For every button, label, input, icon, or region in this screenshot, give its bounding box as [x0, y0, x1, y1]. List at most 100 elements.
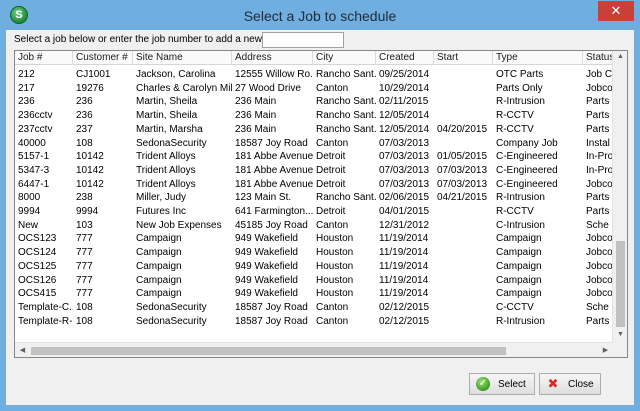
cell-customer-number: 108	[76, 137, 93, 149]
dialog-title: Select a Job to schedule	[243, 8, 397, 24]
table-row[interactable]: 5157-1 10142 Trident Alloys 181 Abbe Avenue…	[15, 150, 613, 164]
window-close-button[interactable]: ✕	[598, 1, 634, 21]
table-row[interactable]: 8000 238 Miller, Judy 123 Main St. Rancho Sa…	[15, 191, 613, 205]
cell-status: Jobco	[586, 274, 613, 286]
cell-address: 236 Main	[235, 110, 277, 122]
cell-address: 18587 Joy Road	[235, 301, 308, 313]
cell-created: 02/06/2015	[379, 192, 430, 204]
cell-job-number: New	[18, 219, 39, 231]
scroll-down-icon[interactable]: ▼	[613, 331, 627, 338]
cell-site-name: Campaign	[136, 260, 182, 272]
scroll-right-icon[interactable]: ▶	[598, 346, 613, 354]
table-row[interactable]: 236cctv 236 Martin, Sheila 236 Main Rancho S…	[15, 109, 613, 123]
cell-status: Jobco	[586, 288, 613, 300]
table-row[interactable]: New 103 New Job Expenses 45185 Joy Road Cant…	[15, 219, 613, 233]
select-button[interactable]: ✓ Select	[469, 373, 535, 395]
horizontal-scroll-thumb[interactable]	[31, 347, 506, 355]
column-header-job-number[interactable]: Job #	[15, 51, 73, 65]
cell-job-number: 40000	[18, 137, 46, 149]
cell-type: C-Engineered	[496, 151, 558, 163]
cell-created: 02/12/2015	[379, 301, 430, 313]
table-row[interactable]: OCS415 777 Campaign 949 Wakefield Houston 11/…	[15, 287, 613, 301]
cell-start: 07/03/2013	[437, 164, 488, 176]
table-row[interactable]: 212 CJ1001 Jackson, Carolina 12555 Willow R…	[15, 68, 613, 82]
column-header-site-name[interactable]: Site Name	[133, 51, 232, 65]
cell-site-name: Campaign	[136, 247, 182, 259]
cell-status: Instal	[586, 137, 610, 149]
cell-city: Detroit	[316, 164, 346, 176]
cell-job-number: OCS415	[18, 288, 57, 300]
horizontal-scrollbar[interactable]: ◀ ▶	[15, 342, 613, 357]
cell-status: Parts	[586, 96, 610, 108]
cell-site-name: Campaign	[136, 274, 182, 286]
table-row[interactable]: 40000 108 SedonaSecurity 18587 Joy Road Cant…	[15, 137, 613, 151]
cell-site-name: SedonaSecurity	[136, 315, 207, 327]
cell-created: 11/19/2014	[379, 233, 429, 245]
cell-job-number: 212	[18, 69, 35, 80]
cell-status: In-Pro	[586, 164, 613, 176]
cell-city: Canton	[316, 82, 349, 94]
table-row[interactable]: 5347-3 10142 Trident Alloys 181 Abbe Avenue…	[15, 164, 613, 178]
vertical-scroll-thumb[interactable]	[616, 241, 625, 327]
table-row[interactable]: 236 236 Martin, Sheila 236 Main Rancho Sant.…	[15, 95, 613, 109]
cell-city: Canton	[316, 301, 349, 313]
table-row[interactable]: OCS124 777 Campaign 949 Wakefield Houston 11/…	[15, 246, 613, 260]
cell-job-number: 8000	[18, 192, 41, 204]
close-button[interactable]: ✖ Close	[539, 373, 601, 395]
scroll-up-icon[interactable]: ▲	[613, 53, 627, 60]
vertical-scrollbar[interactable]: ▲ ▼	[612, 51, 627, 343]
grid-rows: 2112237Smith, Maryjane123 Main StreetHou…	[15, 65, 613, 343]
close-button-label: Close	[568, 378, 594, 390]
dialog-window: S Select a Job to schedule ✕ Select a jo…	[0, 0, 640, 411]
column-header-city[interactable]: City	[313, 51, 376, 65]
table-row[interactable]: 217 19276 Charles & Carolyn Milt...27 Wood…	[15, 82, 613, 96]
scroll-left-icon[interactable]: ◀	[15, 346, 30, 354]
cell-type: R-CCTV	[496, 110, 534, 122]
column-header-created[interactable]: Created	[376, 51, 434, 65]
cell-customer-number: 236	[76, 110, 93, 122]
cell-job-number: OCS125	[18, 260, 57, 272]
cell-city: Canton	[316, 315, 349, 327]
cell-address: 123 Main St.	[235, 192, 292, 204]
cell-status: Jobco	[586, 247, 613, 259]
cell-job-number: 236cctv	[18, 110, 53, 122]
cell-created: 10/29/2014	[379, 82, 430, 94]
scrollbar-corner	[612, 342, 627, 357]
table-row[interactable]: 9994 9994 Futures Inc 641 Farmington... Detr…	[15, 205, 613, 219]
cell-address: 949 Wakefield	[235, 288, 298, 300]
cell-job-number: 237cctv	[18, 123, 53, 135]
cell-start	[434, 219, 493, 233]
table-row[interactable]: OCS123 777 Campaign 949 Wakefield Houston 11/…	[15, 232, 613, 246]
cell-city: Rancho Sant...	[316, 192, 376, 204]
column-header-customer-number[interactable]: Customer #	[73, 51, 133, 65]
cell-created: 09/25/2014	[379, 69, 430, 80]
cell-job-number: 5347-3	[18, 164, 50, 176]
checkmark-icon: ✓	[476, 377, 490, 391]
cell-created: 12/05/2014	[379, 110, 430, 122]
cell-created: 02/11/2015	[379, 96, 429, 108]
cell-start	[434, 315, 493, 329]
column-header-address[interactable]: Address	[232, 51, 313, 65]
table-row[interactable]: OCS126 777 Campaign 949 Wakefield Houston 11/…	[15, 274, 613, 288]
table-row[interactable]: Template-R-...108 SedonaSecurity 18587 Joy…	[15, 315, 613, 329]
cell-status: Sche	[586, 219, 609, 231]
cell-city: Canton	[316, 137, 349, 149]
cell-start	[434, 95, 493, 109]
cell-type: C-Engineered	[496, 178, 558, 190]
cell-status: Jobco	[586, 178, 613, 190]
cell-site-name: Martin, Sheila	[136, 96, 198, 108]
job-number-input[interactable]	[262, 32, 344, 48]
table-row[interactable]: 237cctv 237 Martin, Marsha 236 Main Rancho S…	[15, 123, 613, 137]
grid-header: Job # Customer # Site Name Address City Creat…	[15, 51, 623, 65]
table-row[interactable]: 6447-1 10142 Trident Alloys 181 Abbe Avenue…	[15, 178, 613, 192]
table-row[interactable]: Template-C... 108 SedonaSecurity 18587 Joy …	[15, 301, 613, 315]
cell-site-name: Martin, Sheila	[136, 110, 198, 122]
column-header-type[interactable]: Type	[493, 51, 583, 65]
column-header-start[interactable]: Start	[434, 51, 493, 65]
cell-site-name: Charles & Carolyn Milt...	[136, 82, 232, 94]
cell-customer-number: 9994	[76, 206, 99, 217]
cell-city: Rancho Sant...	[316, 96, 376, 108]
cell-city: Rancho Sant...	[316, 69, 376, 80]
table-row[interactable]: OCS125 777 Campaign 949 Wakefield Houston 11/…	[15, 260, 613, 274]
cell-address: 949 Wakefield	[235, 274, 298, 286]
